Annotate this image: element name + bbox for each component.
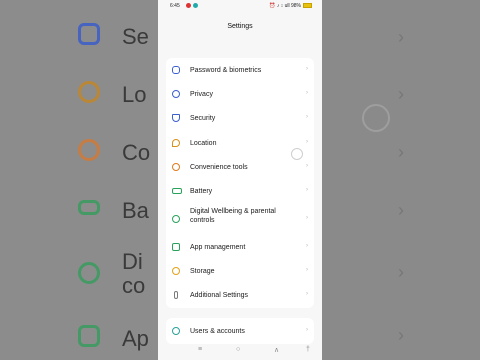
app-management-icon: [172, 243, 180, 251]
settings-item-label: App management: [190, 244, 246, 251]
accessibility-icon[interactable]: †: [306, 346, 310, 353]
settings-item-label: Additional Settings: [190, 292, 248, 299]
chevron-right-icon: ›: [398, 27, 404, 47]
chevron-right-icon: ›: [306, 267, 308, 273]
status-indicators: ⏰ ♪ ↕ ull 98%: [269, 3, 312, 9]
status-bar: 6:45 ⏰ ♪ ↕ ull 98%: [158, 0, 322, 12]
notification-icon: [193, 3, 198, 8]
settings-card-accounts: Users & accounts ›: [166, 318, 314, 344]
screenshot-stage: Se Lo Co Ba Di co Ap › › › › › › 6:45 ⏰ …: [0, 0, 480, 360]
back-icon[interactable]: ∧: [274, 346, 279, 354]
bg-label: Ba: [122, 198, 149, 223]
settings-item-storage[interactable]: Storage ›: [166, 260, 314, 282]
additional-settings-icon: [174, 291, 178, 299]
settings-item-app-management[interactable]: App management ›: [166, 236, 314, 258]
lock-icon: [172, 66, 180, 74]
battery-icon: [78, 200, 100, 215]
settings-item-label: Convenience tools: [190, 164, 248, 171]
chevron-right-icon: ›: [398, 142, 404, 162]
settings-item-label: Password & biometrics: [190, 67, 262, 74]
bg-label: Ap: [122, 326, 149, 351]
bg-row-security: Se: [0, 10, 158, 68]
bg-row-apps: Ap: [0, 312, 158, 360]
privacy-eye-icon: [172, 90, 180, 98]
location-icon: [172, 139, 180, 147]
settings-item-additional-settings[interactable]: Additional Settings ›: [166, 284, 314, 306]
settings-item-users-accounts[interactable]: Users & accounts ›: [166, 320, 314, 342]
page-title: Settings: [227, 23, 253, 30]
background-left-blur: Se Lo Co Ba Di co Ap: [0, 0, 158, 360]
settings-card-main: Password & biometrics › Privacy › Securi…: [166, 58, 314, 308]
location-icon: [78, 81, 100, 103]
status-icons-text: ⏰ ♪ ↕ ull 98%: [269, 3, 301, 9]
bg-row-location: Lo: [0, 68, 158, 126]
status-time: 6:45: [170, 3, 180, 9]
chevron-right-icon: ›: [306, 187, 308, 193]
touch-indicator-icon: [362, 104, 390, 132]
bg-row-convenience: Co: [0, 126, 158, 184]
background-right-blur: › › › › › ›: [322, 0, 480, 360]
settings-item-convenience-tools[interactable]: Convenience tools ›: [166, 156, 314, 178]
bg-label: Se: [122, 24, 149, 49]
settings-item-label: Battery: [190, 188, 213, 195]
digital-wellbeing-icon: [78, 262, 100, 284]
chevron-right-icon: ›: [306, 90, 308, 96]
chevron-right-icon: ›: [306, 139, 308, 145]
settings-item-label: Users & accounts: [190, 328, 245, 335]
bg-row-wellbeing: Di co: [0, 245, 158, 303]
shield-icon: [172, 114, 180, 122]
notification-icon: [186, 3, 191, 8]
bg-label: Co: [122, 140, 151, 165]
bg-row-battery: Ba: [0, 184, 158, 242]
bg-label: Lo: [122, 82, 147, 107]
chevron-right-icon: ›: [306, 291, 308, 297]
users-icon: [172, 327, 180, 335]
touch-indicator-icon: [291, 148, 303, 160]
settings-item-label: Digital Wellbeing & parental controls: [190, 208, 276, 224]
settings-item-label: Security: [190, 115, 216, 122]
home-icon[interactable]: ○: [236, 346, 240, 353]
digital-wellbeing-icon: [172, 215, 180, 223]
chevron-right-icon: ›: [398, 84, 404, 104]
chevron-right-icon: ›: [306, 66, 308, 72]
phone-screen: 6:45 ⏰ ♪ ↕ ull 98% Settings Password & b…: [158, 0, 322, 360]
settings-item-security[interactable]: Security ›: [166, 107, 314, 129]
bg-label-line2: co: [122, 273, 146, 298]
chevron-right-icon: ›: [306, 215, 308, 221]
settings-item-password-biometrics[interactable]: Password & biometrics ›: [166, 59, 314, 81]
recent-apps-icon[interactable]: ≡: [198, 346, 202, 353]
app-management-icon: [78, 325, 100, 347]
navigation-bar: ≡ ○ ∧ †: [158, 342, 322, 360]
battery-status-icon: [303, 3, 312, 9]
settings-item-digital-wellbeing[interactable]: Digital Wellbeing & parental controls ›: [166, 204, 314, 234]
convenience-tools-icon: [172, 163, 180, 171]
settings-item-privacy[interactable]: Privacy ›: [166, 83, 314, 105]
settings-item-label: Privacy: [190, 91, 213, 98]
chevron-right-icon: ›: [306, 114, 308, 120]
chevron-right-icon: ›: [398, 200, 404, 220]
storage-icon: [172, 267, 180, 275]
settings-item-label: Storage: [190, 268, 215, 275]
chevron-right-icon: ›: [306, 163, 308, 169]
shield-icon: [78, 23, 100, 45]
chevron-right-icon: ›: [398, 325, 404, 345]
settings-item-label: Location: [190, 140, 217, 147]
bg-label: Di: [122, 249, 143, 274]
settings-item-battery[interactable]: Battery ›: [166, 180, 314, 202]
convenience-tools-icon: [78, 139, 100, 161]
battery-icon: [172, 188, 182, 194]
chevron-right-icon: ›: [398, 262, 404, 282]
chevron-right-icon: ›: [306, 243, 308, 249]
chevron-right-icon: ›: [306, 327, 308, 333]
